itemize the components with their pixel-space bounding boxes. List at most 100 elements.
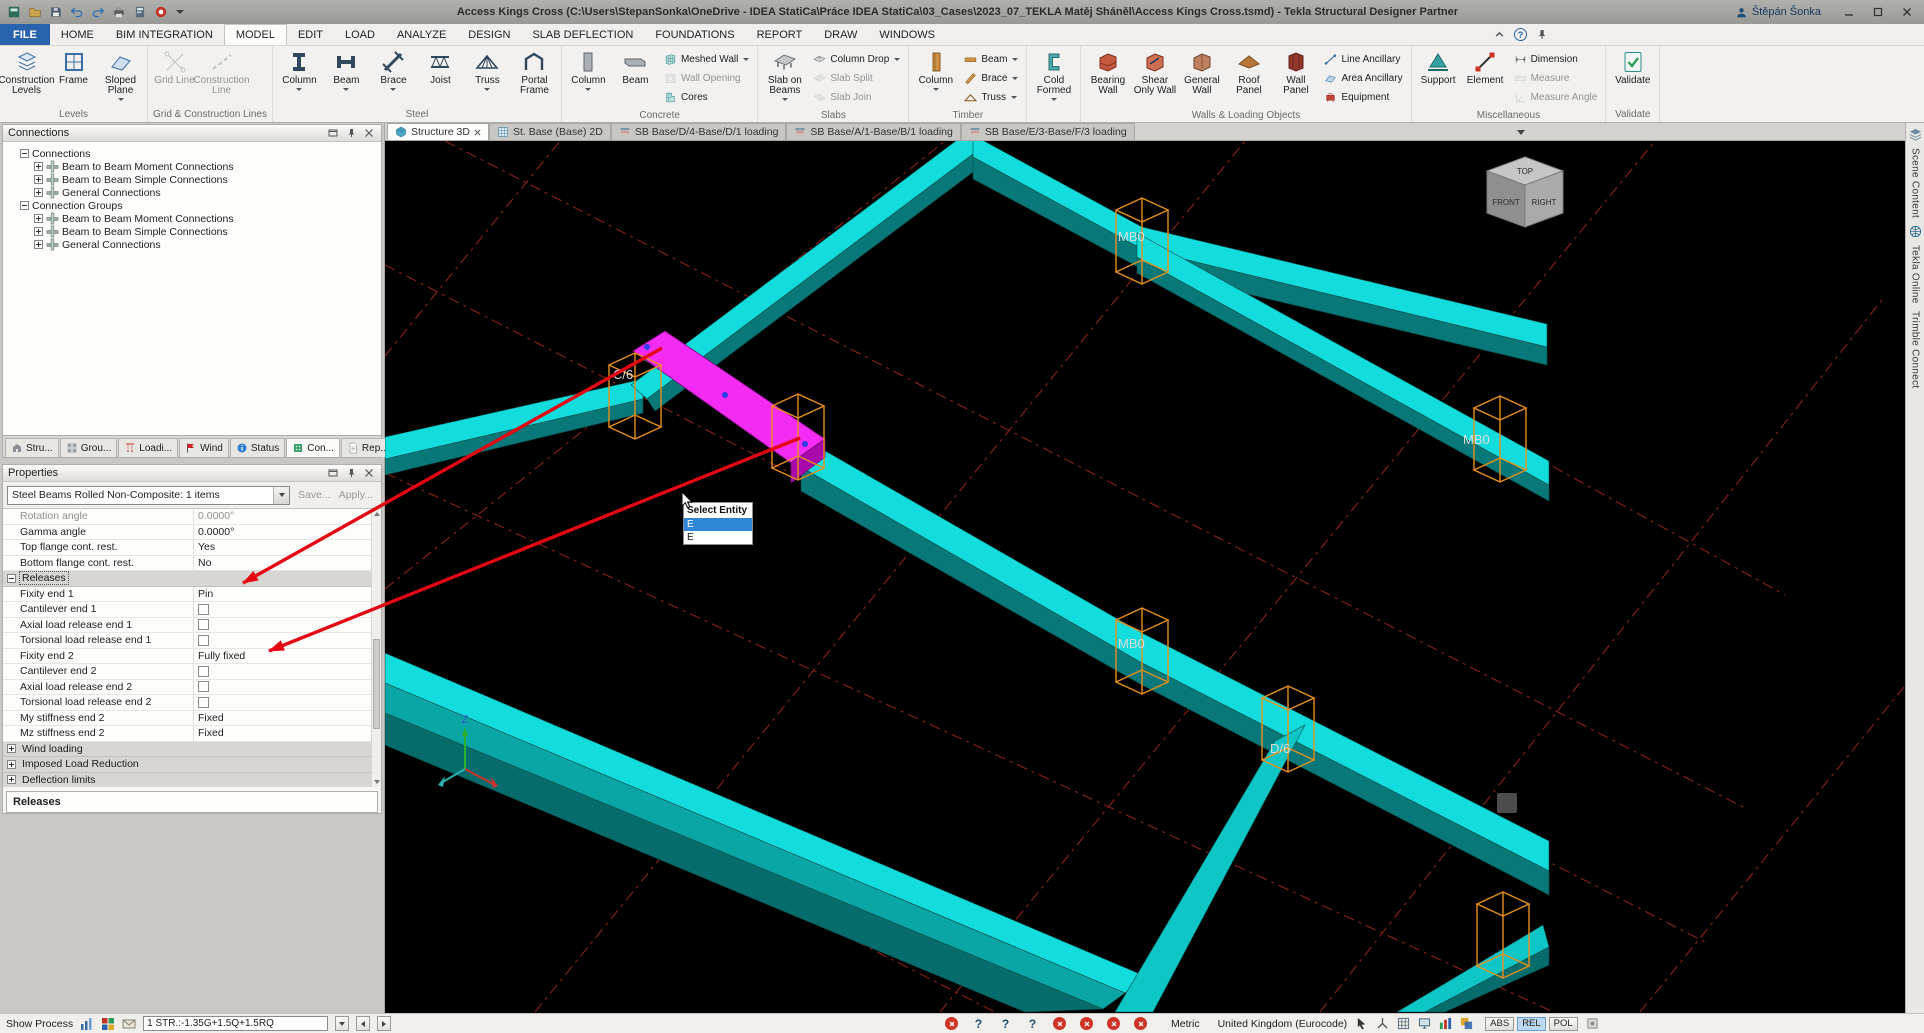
close-button[interactable]: [1893, 3, 1920, 21]
cold-formed-button[interactable]: Cold Formed: [1030, 48, 1077, 101]
unknown-status-icon[interactable]: ?: [972, 1017, 985, 1031]
dimension-button[interactable]: Dimension: [1511, 51, 1601, 68]
tab-report[interactable]: REPORT: [746, 24, 814, 45]
error-status-icon[interactable]: [1134, 1017, 1147, 1030]
tree-item[interactable]: Beam to Beam Simple Connections: [34, 225, 378, 238]
line-ancillary-button[interactable]: Line Ancillary: [1321, 51, 1405, 68]
concrete-beam-button[interactable]: Beam: [612, 48, 659, 86]
beam-node[interactable]: [802, 441, 808, 447]
select-entity-option[interactable]: E: [684, 518, 752, 531]
tree-item[interactable]: Beam to Beam Simple Connections: [34, 173, 378, 186]
select-entity-option[interactable]: E: [684, 531, 752, 544]
meshed-wall-button[interactable]: Meshed Wall: [661, 51, 752, 68]
tree-item[interactable]: Beam to Beam Moment Connections: [34, 160, 378, 173]
error-status-icon[interactable]: [1080, 1017, 1093, 1030]
tab-load[interactable]: LOAD: [334, 24, 386, 45]
concrete-column-button[interactable]: Column: [565, 48, 612, 91]
tree-item-connection-groups[interactable]: Connection Groups: [20, 199, 378, 212]
property-row-fixity-end-1[interactable]: Fixity end 1Pin: [3, 587, 381, 603]
error-status-icon[interactable]: [1053, 1017, 1066, 1030]
display-settings-icon[interactable]: [1418, 1017, 1431, 1030]
beam-node[interactable]: [644, 344, 650, 350]
close-view-icon[interactable]: [474, 129, 481, 136]
view-tab-loading-1[interactable]: SB Base/D/4-Base/D/1 loading: [611, 123, 787, 140]
property-row-axial-release-end-2[interactable]: Axial load release end 2: [3, 680, 381, 696]
property-group-wind-loading[interactable]: Wind loading: [3, 742, 381, 758]
cores-button[interactable]: Cores: [661, 89, 752, 106]
checkbox[interactable]: [198, 604, 209, 615]
expand-icon[interactable]: [34, 214, 43, 223]
roof-panel-button[interactable]: Roof Panel: [1225, 48, 1272, 96]
float-panel-icon[interactable]: [326, 127, 340, 139]
checkbox[interactable]: [198, 697, 209, 708]
tab-bim-integration[interactable]: BIM INTEGRATION: [105, 24, 224, 45]
close-panel-icon[interactable]: [362, 127, 376, 139]
float-panel-icon[interactable]: [326, 467, 340, 479]
tree-item[interactable]: General Connections: [34, 238, 378, 251]
unknown-status-icon[interactable]: ?: [1026, 1017, 1039, 1031]
pin-panel-icon[interactable]: [344, 127, 358, 139]
3d-scene[interactable]: C/6 MB0 MB0 MB0 D/6 TOP FRONT RIGHT: [385, 141, 1905, 1013]
measure-angle-button[interactable]: Measure Angle: [1511, 89, 1601, 106]
maximize-button[interactable]: [1864, 3, 1891, 21]
viewport-widget[interactable]: [1497, 793, 1517, 813]
rel-mode-button[interactable]: REL: [1517, 1017, 1545, 1031]
region-code-label[interactable]: United Kingdom (Eurocode): [1218, 1018, 1348, 1030]
expand-icon[interactable]: [34, 240, 43, 249]
timber-brace-button[interactable]: Brace: [961, 70, 1021, 87]
property-row-rotation-angle[interactable]: Rotation angle0.0000°: [3, 509, 381, 525]
tab-structure[interactable]: Stru...: [5, 438, 59, 457]
properties-selector[interactable]: Steel Beams Rolled Non-Composite: 1 item…: [7, 486, 290, 505]
user-account[interactable]: Štěpán Šonka: [1735, 6, 1821, 19]
tab-edit[interactable]: EDIT: [287, 24, 334, 45]
wall-panel-button[interactable]: Wall Panel: [1272, 48, 1319, 96]
print-icon[interactable]: [109, 3, 128, 22]
expand-icon[interactable]: [34, 162, 43, 171]
slab-join-button[interactable]: Slab Join: [810, 89, 903, 106]
message-icon[interactable]: [122, 1017, 136, 1031]
tab-home[interactable]: HOME: [50, 24, 105, 45]
view-cube[interactable]: TOP FRONT RIGHT: [1487, 157, 1563, 227]
area-ancillary-button[interactable]: Area Ancillary: [1321, 70, 1405, 87]
beam-node[interactable]: [722, 392, 728, 398]
save-icon[interactable]: [46, 3, 65, 22]
slab-on-beams-button[interactable]: Slab on Beams: [761, 48, 808, 101]
expand-icon[interactable]: [34, 188, 43, 197]
next-combination-icon[interactable]: [377, 1016, 391, 1031]
tab-model[interactable]: MODEL: [224, 24, 287, 45]
equipment-button[interactable]: Equipment: [1321, 89, 1405, 106]
scroll-up-icon[interactable]: [374, 512, 380, 516]
property-row-torsional-release-end-2[interactable]: Torsional load release end 2: [3, 695, 381, 711]
view-tab-structure-3d[interactable]: Structure 3D: [387, 123, 489, 140]
tab-analyze[interactable]: ANALYZE: [386, 24, 457, 45]
combination-dropdown-icon[interactable]: [335, 1016, 349, 1031]
view-cube-front-label[interactable]: FRONT: [1492, 198, 1520, 207]
calculator-icon[interactable]: [130, 3, 149, 22]
expand-icon[interactable]: [34, 175, 43, 184]
expand-icon[interactable]: [7, 775, 16, 784]
portal-frame-button[interactable]: Portal Frame: [511, 48, 558, 96]
tab-foundations[interactable]: FOUNDATIONS: [644, 24, 745, 45]
tab-connections[interactable]: Con...: [286, 438, 340, 457]
close-panel-icon[interactable]: [362, 467, 376, 479]
process-chart-icon[interactable]: [80, 1017, 94, 1031]
tree-item-connections[interactable]: Connections: [20, 147, 378, 160]
grid-toggle-icon[interactable]: [1397, 1017, 1410, 1030]
property-group-imposed-load-reduction[interactable]: Imposed Load Reduction: [3, 757, 381, 773]
timber-column-button[interactable]: Column: [912, 48, 959, 91]
pin-panel-icon[interactable]: [344, 467, 358, 479]
property-row-top-flange[interactable]: Top flange cont. rest.Yes: [3, 540, 381, 556]
open-icon[interactable]: [25, 3, 44, 22]
collapse-icon[interactable]: [20, 201, 29, 210]
element-button[interactable]: Element: [1462, 48, 1509, 86]
collapse-icon[interactable]: [20, 149, 29, 158]
expand-icon[interactable]: [7, 744, 16, 753]
tree-item[interactable]: Beam to Beam Moment Connections: [34, 212, 378, 225]
show-process-label[interactable]: Show Process: [6, 1018, 73, 1030]
property-row-cantilever-end-2[interactable]: Cantilever end 2: [3, 664, 381, 680]
collapse-icon[interactable]: [7, 574, 16, 583]
steel-column-button[interactable]: Column: [276, 48, 323, 91]
validate-button[interactable]: Validate: [1609, 48, 1656, 86]
unknown-status-icon[interactable]: ?: [999, 1017, 1012, 1031]
wall-opening-button[interactable]: Wall Opening: [661, 70, 752, 87]
